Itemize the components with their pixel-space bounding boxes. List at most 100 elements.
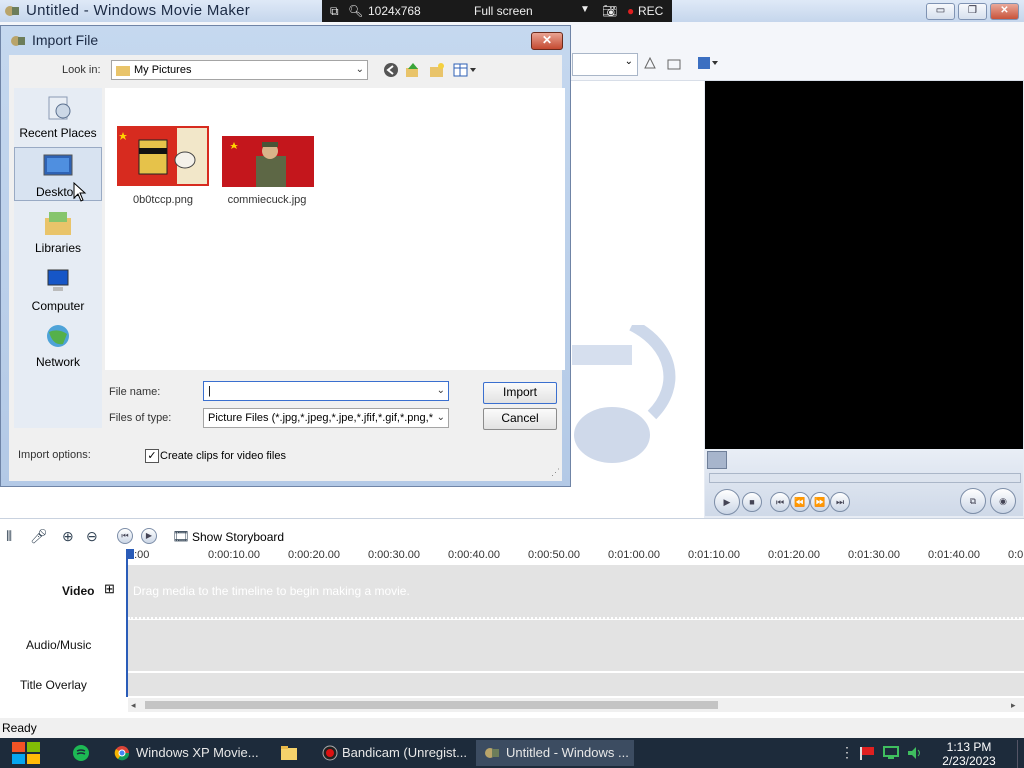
clock-time[interactable]: 1:13 PM [944, 740, 994, 754]
file-item[interactable] [117, 126, 209, 189]
clock-date[interactable]: 2/23/2023 [938, 754, 1000, 768]
forward-icon[interactable]: ⏩ [810, 492, 830, 512]
storyboard-icon[interactable]: 🎞︎ [172, 528, 190, 545]
file-name-input[interactable]: | ⌄ [203, 381, 449, 401]
spotify-icon[interactable] [72, 744, 90, 762]
play-timeline-icon[interactable]: ▶ [141, 528, 157, 544]
create-new-folder-icon[interactable] [429, 62, 445, 78]
camera-icon[interactable]: 📷︎ [602, 4, 617, 18]
expand-video-icon[interactable]: ⊞ [104, 581, 115, 597]
folder-icon [116, 66, 130, 76]
import-options-label: Import options: [18, 449, 91, 461]
dialog-title: Import File [32, 32, 99, 48]
taskbar-item-chrome[interactable]: Windows XP Movie... [106, 740, 266, 766]
title-overlay-track[interactable] [128, 673, 1024, 696]
play-icon[interactable]: ▶ [714, 489, 740, 515]
cancel-button[interactable]: Cancel [483, 408, 557, 430]
create-clips-checkbox[interactable]: ✓ [145, 449, 159, 463]
import-button[interactable]: Import [483, 382, 557, 404]
rewind-timeline-icon[interactable]: ⏮ [117, 528, 133, 544]
zoom-icon[interactable]: 🔍︎ [348, 4, 363, 18]
maximize-button[interactable]: ❐ [958, 3, 987, 20]
windows-start-icon[interactable] [10, 740, 42, 766]
video-track-label: Video [62, 584, 95, 598]
audio-track-label: Audio/Music [26, 638, 92, 652]
timeline-ruler: 0:00 0:00:10.00 0:00:20.00 0:00:30.00 0:00:4… [128, 548, 1024, 564]
view-menu-icon[interactable] [453, 62, 477, 78]
place-libraries[interactable]: Libraries [14, 210, 102, 255]
place-desktop[interactable]: Desktop [14, 147, 102, 201]
dialog-close-button[interactable]: ✕ [531, 32, 563, 50]
seek-bar[interactable] [709, 473, 1021, 483]
network-globe-icon [47, 325, 69, 347]
rewind-icon[interactable]: ⏪ [790, 492, 810, 512]
look-in-value: My Pictures [134, 64, 192, 76]
file-type-select[interactable]: Picture Files (*.jpg,*.jpeg,*.jpe,*.jfif… [203, 408, 449, 428]
playhead[interactable] [126, 549, 128, 697]
place-label: Network [35, 355, 80, 369]
taskbar-item-bandicam[interactable]: Bandicam (Unregist... [314, 740, 470, 766]
audio-track[interactable] [128, 620, 1024, 671]
taskbar-item-explorer[interactable] [272, 740, 306, 766]
libraries-icon [45, 212, 71, 235]
file-thumbnail-commiecuck [222, 136, 314, 187]
file-item[interactable] [222, 136, 314, 190]
desktop-icon [43, 154, 73, 176]
next-frame-icon[interactable]: ⏭ [830, 492, 850, 512]
recorder-bar: ⧉ 🔍︎ 1024x768 Full screen ▼ 📷︎ ● REC [322, 0, 672, 22]
place-recent-places[interactable]: Recent Places [14, 95, 102, 140]
look-in-label: Look in: [62, 64, 101, 76]
action-center-flag-icon[interactable] [858, 745, 876, 761]
new-folder-icon[interactable] [666, 55, 682, 71]
place-label: Computer [31, 299, 85, 313]
ruler-tick: 0:01:30.00 [848, 549, 900, 561]
resize-grip-icon[interactable]: ⋰ [551, 467, 560, 478]
close-button[interactable]: ✕ [990, 3, 1019, 20]
view-menu-icon[interactable] [697, 56, 719, 70]
look-in-dropdown[interactable]: My Pictures ⌄ [111, 60, 368, 80]
chevron-down-icon[interactable]: ⌄ [437, 382, 445, 400]
scroll-left-icon[interactable]: ◂ [131, 700, 136, 711]
computer-icon [47, 269, 69, 291]
split-clip-icon[interactable]: ⧉ [960, 488, 986, 514]
up-level-icon[interactable] [642, 55, 658, 71]
set-audio-levels-icon[interactable]: ⦀ [6, 528, 12, 545]
tray-overflow-icon[interactable]: ⋮ [840, 744, 854, 761]
stop-icon[interactable]: ■ [742, 492, 762, 512]
show-desktop-button[interactable] [1017, 740, 1024, 768]
scroll-right-icon[interactable]: ▸ [1011, 700, 1016, 711]
minimize-button[interactable]: ▭ [926, 3, 955, 20]
back-icon[interactable] [383, 62, 399, 78]
show-storyboard-button[interactable]: Show Storyboard [192, 530, 284, 544]
timeline-scroll-thumb[interactable] [145, 701, 718, 709]
ruler-tick: 0:00:40.00 [448, 549, 500, 561]
previous-frame-icon[interactable]: ⏮ [770, 492, 790, 512]
split-view-icon[interactable] [707, 451, 727, 469]
place-network[interactable]: Network [14, 324, 102, 369]
place-computer[interactable]: Computer [14, 268, 102, 313]
file-name-commiecuck: commiecuck.jpg [227, 194, 307, 206]
taskbar-item-moviemaker[interactable]: Untitled - Windows ... [476, 740, 634, 766]
window-mode-icon[interactable]: ⧉ [330, 4, 339, 19]
network-icon[interactable] [882, 745, 900, 761]
mode-dropdown-icon[interactable]: ▼ [580, 4, 590, 15]
recorder-resolution: 1024x768 [368, 4, 421, 18]
folder-icon [281, 746, 297, 760]
up-one-level-icon[interactable] [405, 62, 421, 78]
timeline-toolbar: ⦀ 🎤︎ ⊕ ⊖ ⏮ ▶ 🎞︎ Show Storyboard [0, 526, 1024, 548]
volume-icon[interactable] [906, 745, 924, 761]
taskbar-item-label: Bandicam (Unregist... [342, 745, 467, 760]
status-bar [0, 718, 1024, 738]
rec-button[interactable]: REC [638, 4, 663, 18]
narrate-microphone-icon[interactable]: 🎤︎ [30, 528, 48, 545]
ruler-tick: 0:00:10.00 [208, 549, 260, 561]
zoom-out-icon[interactable]: ⊖ [86, 528, 98, 545]
zoom-in-icon[interactable]: ⊕ [62, 528, 74, 545]
bandicam-icon [322, 745, 338, 761]
status-text: Ready [2, 721, 37, 735]
take-picture-icon[interactable]: ◉ [990, 488, 1016, 514]
playhead-handle[interactable] [126, 549, 134, 559]
collection-dropdown[interactable]: ⌄ [572, 53, 638, 76]
app-title: Untitled - Windows Movie Maker [26, 2, 251, 19]
place-label: Libraries [34, 241, 82, 255]
